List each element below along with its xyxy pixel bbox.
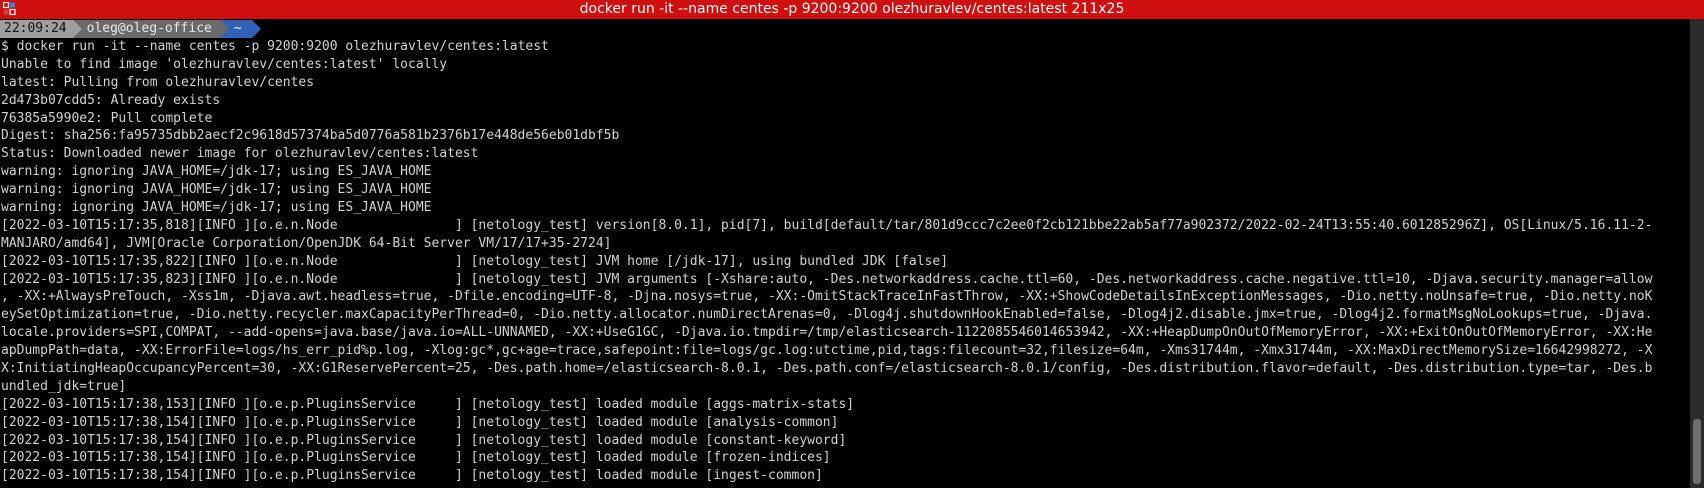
output-line: [2022-03-10T15:17:38,154][INFO ][o.e.p.P… [1, 432, 847, 448]
terminal-output-area[interactable]: 22:09:24 oleg@oleg-office ~ $ docker run… [0, 19, 1690, 488]
output-line: [2022-03-10T15:17:38,154][INFO ][o.e.p.P… [1, 468, 823, 484]
output-line: locale.providers=SPI,COMPAT, --add-opens… [1, 325, 1653, 341]
output-line: [2022-03-10T15:17:35,822][INFO ][o.e.n.N… [1, 253, 949, 269]
output-line: undled_jdk=true] [1, 378, 127, 394]
prompt-time: 22:09:24 [4, 21, 67, 36]
output-line: warning: ignoring JAVA_HOME=/jdk-17; usi… [1, 182, 432, 198]
output-line: Unable to find image 'olezhuravlev/cente… [1, 56, 448, 72]
output-line: warning: ignoring JAVA_HOME=/jdk-17; usi… [1, 200, 432, 216]
prompt-user-host: oleg@oleg-office [86, 21, 212, 36]
output-line: [2022-03-10T15:17:35,823][INFO ][o.e.n.N… [1, 271, 1653, 287]
output-line: [2022-03-10T15:17:38,154][INFO ][o.e.p.P… [1, 450, 831, 466]
command-text: docker run -it --name centes -p 9200:920… [16, 39, 549, 54]
terminal-app-icon[interactable] [3, 2, 16, 16]
output-line: , -XX:+AlwaysPreTouch, -Xss1m, -Djava.aw… [1, 289, 1653, 305]
output-line: Digest: sha256:fa95735dbb2aecf2c9618d573… [1, 128, 620, 144]
output-line: [2022-03-10T15:17:38,153][INFO ][o.e.p.P… [1, 396, 855, 412]
output-line: Status: Downloaded newer image for olezh… [1, 146, 479, 162]
window-title: docker run -it --name centes -p 9200:920… [579, 1, 1125, 17]
terminal-window: docker run -it --name centes -p 9200:920… [0, 0, 1704, 488]
terminal-lines: $ docker run -it --name centes -p 9200:9… [0, 38, 1690, 485]
powerline-arrow-icon [72, 20, 82, 38]
shell-prompt: 22:09:24 oleg@oleg-office ~ [0, 20, 1690, 38]
prompt-time-segment: 22:09:24 [0, 20, 82, 38]
output-line: 76385a5990e2: Pull complete [1, 110, 213, 126]
output-line: 2d473b07cdd5: Already exists [1, 92, 221, 108]
scrollbar-thumb[interactable] [1693, 419, 1701, 484]
output-line: MANJARO/amd64], JVM[Oracle Corporation/O… [1, 235, 612, 251]
output-line: latest: Pulling from olezhuravlev/centes [1, 74, 315, 90]
powerline-arrow-icon [251, 20, 261, 38]
output-line: [2022-03-10T15:17:35,818][INFO ][o.e.n.N… [1, 217, 1653, 233]
terminal-scrollbar[interactable] [1690, 19, 1704, 488]
output-line: eySetOptimization=true, -Dio.netty.recyc… [1, 307, 1653, 323]
window-titlebar[interactable]: docker run -it --name centes -p 9200:920… [0, 0, 1704, 19]
prompt-directory: ~ [233, 21, 242, 36]
output-line: apDumpPath=data, -XX:ErrorFile=logs/hs_e… [1, 343, 1653, 359]
powerline-arrow-icon [219, 20, 229, 38]
command-line: $ docker run -it --name centes -p 9200:9… [1, 38, 1690, 56]
prompt-symbol: $ [1, 39, 17, 54]
output-line: warning: ignoring JAVA_HOME=/jdk-17; usi… [1, 164, 432, 180]
output-line: X:InitiatingHeapOccupancyPercent=30, -XX… [1, 361, 1653, 377]
output-line: [2022-03-10T15:17:38,154][INFO ][o.e.p.P… [1, 414, 839, 430]
prompt-user-segment: oleg@oleg-office [72, 20, 229, 38]
